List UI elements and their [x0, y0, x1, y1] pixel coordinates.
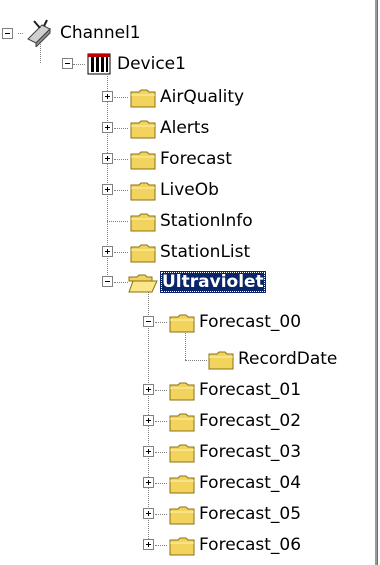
tree-connector [185, 330, 186, 360]
folder-icon [208, 351, 234, 370]
tree-connector [155, 421, 167, 422]
folder-icon [169, 413, 195, 432]
open-folder-icon [128, 274, 158, 293]
tree-connector [185, 360, 207, 361]
tree-connector [114, 252, 128, 253]
tree-node-forecast-06[interactable]: Forecast_06 [197, 534, 303, 556]
tree-node-device1[interactable]: Device1 [115, 53, 188, 75]
expand-toggle-airquality[interactable] [102, 91, 113, 102]
folder-icon [169, 314, 195, 333]
tree-node-airquality[interactable]: AirQuality [158, 86, 246, 108]
folder-icon [130, 89, 156, 108]
tree-node-stationinfo[interactable]: StationInfo [158, 210, 255, 232]
collapse-toggle-device[interactable] [62, 58, 73, 69]
expand-toggle-liveob[interactable] [102, 184, 113, 195]
tree-connector [114, 159, 128, 160]
folder-icon [169, 382, 195, 401]
tree-node-forecast-02[interactable]: Forecast_02 [197, 410, 303, 432]
tree-connector [114, 128, 128, 129]
tree-node-recorddate[interactable]: RecordDate [236, 348, 339, 370]
tree-node-channel1[interactable]: Channel1 [58, 22, 143, 44]
folder-icon [130, 182, 156, 201]
folder-icon [169, 444, 195, 463]
channel-icon [27, 19, 51, 47]
expand-toggle-forecast-04[interactable] [143, 477, 154, 488]
tree-connector [18, 33, 23, 34]
tree-connector [73, 64, 85, 65]
tree-node-forecast-04[interactable]: Forecast_04 [197, 472, 303, 494]
tree-node-liveob[interactable]: LiveOb [158, 179, 221, 201]
device-icon [87, 53, 111, 75]
tree-connector [114, 282, 128, 283]
tree-node-stationlist[interactable]: StationList [158, 241, 252, 263]
tree-node-forecast-05[interactable]: Forecast_05 [197, 503, 303, 525]
tree-node-forecast-03[interactable]: Forecast_03 [197, 441, 303, 463]
folder-icon [169, 537, 195, 556]
collapse-toggle-forecast-00[interactable] [143, 316, 154, 327]
tree-node-forecast-00[interactable]: Forecast_00 [197, 311, 303, 333]
tree-connector [155, 322, 167, 323]
expand-toggle-stationlist[interactable] [102, 246, 113, 257]
tree-connector [114, 97, 128, 98]
folder-icon [130, 120, 156, 139]
expand-toggle-forecast-02[interactable] [143, 415, 154, 426]
expand-toggle-forecast-05[interactable] [143, 508, 154, 519]
collapse-toggle-channel[interactable] [2, 28, 13, 39]
tree-connector [114, 190, 128, 191]
expand-toggle-alerts[interactable] [102, 122, 113, 133]
folder-icon [130, 151, 156, 170]
expand-toggle-forecast-03[interactable] [143, 446, 154, 457]
collapse-toggle-ultraviolet[interactable] [102, 276, 113, 287]
folder-icon [130, 244, 156, 263]
tree-connector [155, 483, 167, 484]
tree-connector [155, 390, 167, 391]
tree-node-forecast[interactable]: Forecast [158, 148, 234, 170]
folder-icon [169, 506, 195, 525]
expand-toggle-forecast-01[interactable] [143, 384, 154, 395]
tree-connector [155, 545, 167, 546]
tree-connector [107, 221, 128, 222]
panel-right-border [375, 0, 378, 565]
tree-node-alerts[interactable]: Alerts [158, 117, 211, 139]
tag-browser-tree: Channel1 Device1 AirQuality Alerts Forec… [0, 0, 376, 565]
folder-icon [169, 475, 195, 494]
tree-node-forecast-01[interactable]: Forecast_01 [197, 379, 303, 401]
expand-toggle-forecast[interactable] [102, 153, 113, 164]
tree-node-ultraviolet[interactable]: Ultraviolet [160, 271, 266, 293]
tree-connector [155, 514, 167, 515]
tree-connector [155, 452, 167, 453]
expand-toggle-forecast-06[interactable] [143, 539, 154, 550]
folder-icon [130, 213, 156, 232]
